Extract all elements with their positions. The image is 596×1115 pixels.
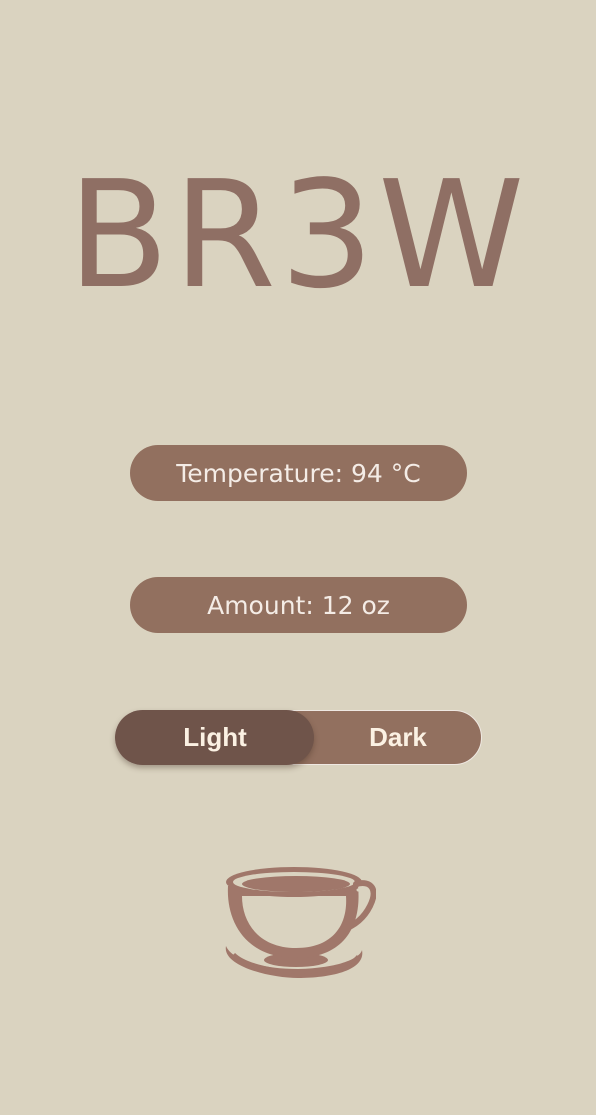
roast-toggle[interactable]: Light Dark (114, 709, 482, 765)
roast-option-dark[interactable]: Dark (314, 711, 482, 763)
app-title: BR3W (67, 149, 529, 321)
coffee-cup-icon (225, 867, 376, 978)
roast-option-light[interactable]: Light (116, 711, 314, 763)
amount-button[interactable]: Amount: 12 oz (130, 577, 467, 633)
temperature-button[interactable]: Temperature: 94 °C (130, 445, 467, 501)
amount-label: Amount: 12 oz (207, 590, 390, 620)
temperature-label: Temperature: 94 °C (176, 458, 421, 488)
